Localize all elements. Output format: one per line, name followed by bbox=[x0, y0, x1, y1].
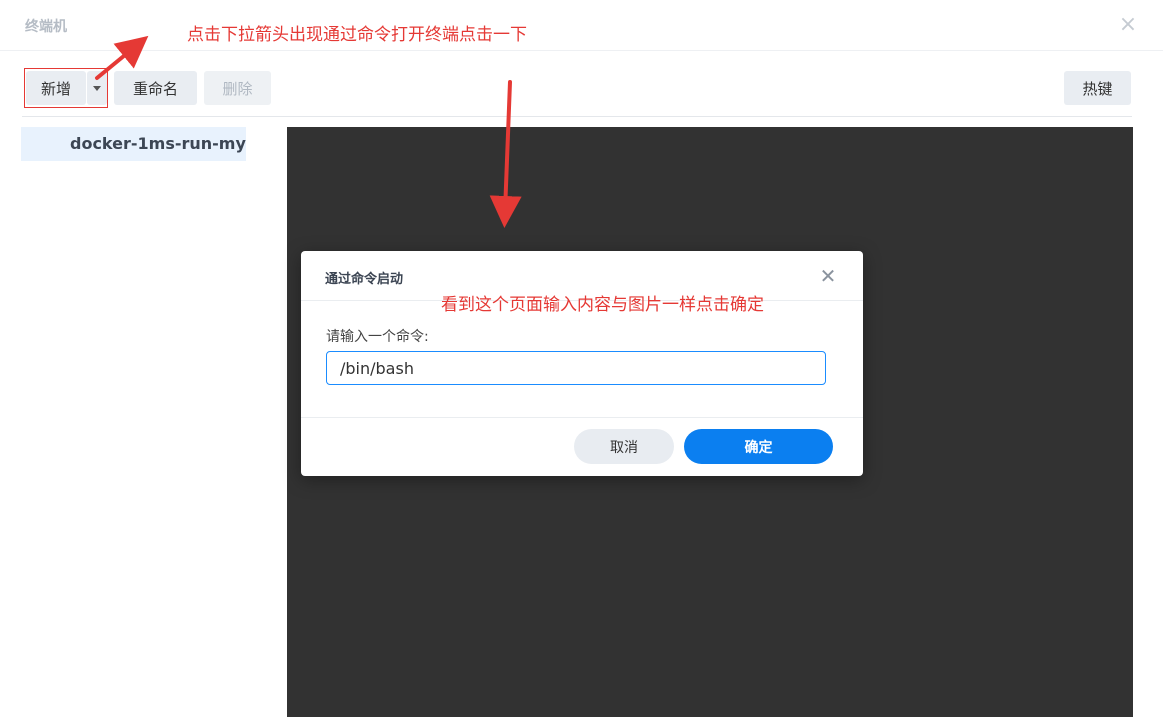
caret-down-icon bbox=[93, 85, 101, 91]
delete-button: 删除 bbox=[204, 71, 271, 105]
dialog-close-icon[interactable]: ✕ bbox=[817, 265, 839, 287]
command-input[interactable] bbox=[326, 351, 826, 385]
title-divider bbox=[0, 50, 1163, 51]
ok-button[interactable]: 确定 bbox=[684, 429, 833, 464]
window-close-icon[interactable]: × bbox=[1116, 14, 1140, 38]
annotation-top-note: 点击下拉箭头出现通过命令打开终端点击一下 bbox=[187, 25, 527, 45]
session-list-item[interactable]: docker-1ms-run-my bbox=[21, 127, 246, 161]
toolbar-divider bbox=[22, 116, 1132, 117]
command-prompt-label: 请输入一个命令: bbox=[326, 329, 429, 345]
dialog-footer-divider bbox=[301, 417, 863, 418]
cancel-button[interactable]: 取消 bbox=[574, 429, 674, 464]
dialog-title: 通过命令启动 bbox=[325, 272, 404, 287]
window-title: 终端机 bbox=[25, 19, 67, 35]
new-button[interactable]: 新增 bbox=[26, 71, 86, 105]
new-dropdown-button[interactable] bbox=[87, 71, 107, 105]
run-command-dialog: 通过命令启动 ✕ 请输入一个命令: 取消 确定 bbox=[301, 251, 863, 476]
rename-button[interactable]: 重命名 bbox=[114, 71, 197, 105]
hotkey-button[interactable]: 热键 bbox=[1064, 71, 1131, 105]
annotation-dialog-note: 看到这个页面输入内容与图片一样点击确定 bbox=[441, 295, 764, 315]
